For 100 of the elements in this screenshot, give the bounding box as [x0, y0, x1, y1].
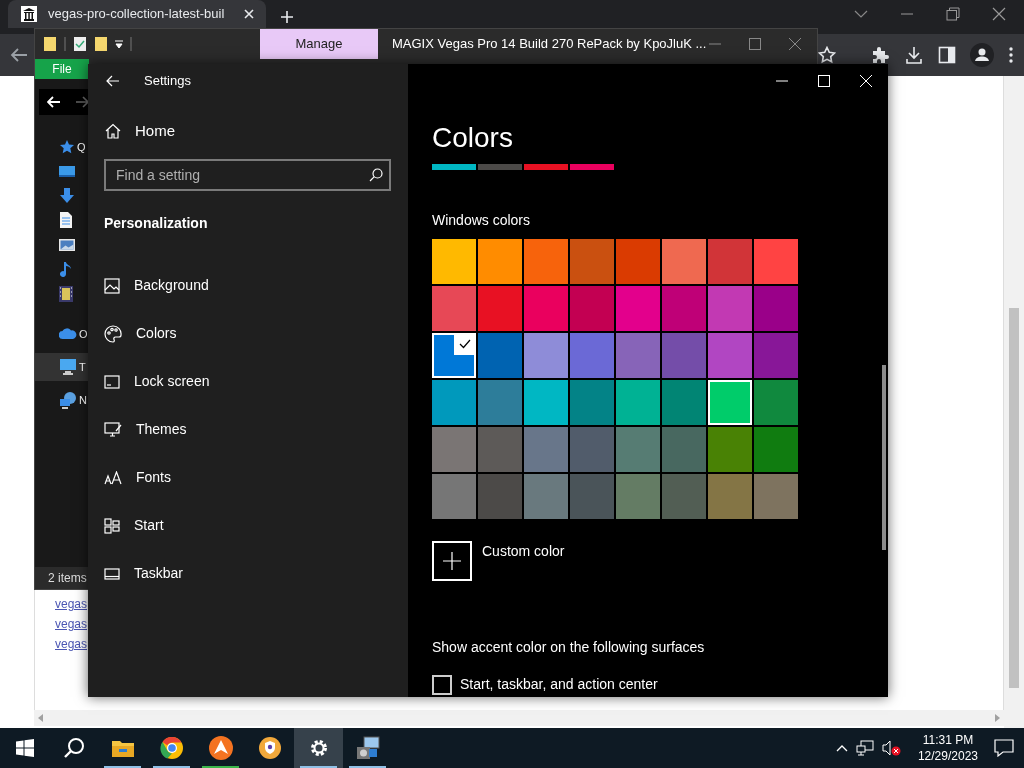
color-swatch[interactable]	[478, 286, 522, 331]
forward-arrow-icon[interactable]	[75, 96, 89, 108]
color-swatch[interactable]	[708, 333, 752, 378]
browser-tab[interactable]: vegas-pro-collection-latest-buil	[8, 0, 266, 28]
profile-icon[interactable]	[970, 43, 994, 67]
chevron-up-icon[interactable]	[835, 744, 848, 752]
color-swatch[interactable]	[708, 286, 752, 331]
nav-item[interactable]: Background	[88, 261, 408, 310]
new-tab-icon[interactable]	[280, 10, 294, 24]
nav-item[interactable]: T	[35, 353, 89, 382]
color-swatch[interactable]	[754, 286, 798, 331]
color-swatch[interactable]	[662, 333, 706, 378]
color-swatch[interactable]	[432, 427, 476, 472]
close-icon[interactable]	[992, 7, 1006, 21]
color-swatch[interactable]	[524, 474, 568, 519]
color-swatch[interactable]	[524, 333, 568, 378]
color-swatch[interactable]	[616, 239, 660, 284]
color-swatch[interactable]	[432, 380, 476, 425]
color-swatch[interactable]	[616, 474, 660, 519]
add-color-button[interactable]	[432, 541, 472, 581]
checkbox[interactable]	[432, 674, 452, 695]
color-swatch[interactable]	[662, 427, 706, 472]
page-link[interactable]: vegas	[55, 594, 88, 614]
notification-icon[interactable]	[994, 739, 1014, 757]
page-link[interactable]: vegas	[55, 634, 88, 654]
search-field[interactable]: Find a setting	[104, 158, 391, 191]
color-swatch[interactable]	[524, 239, 568, 284]
color-swatch[interactable]	[478, 239, 522, 284]
color-swatch[interactable]	[616, 380, 660, 425]
page-link[interactable]: vegas	[55, 614, 88, 634]
nav-item[interactable]: Themes	[88, 405, 408, 454]
color-swatch[interactable]	[478, 427, 522, 472]
nav-item[interactable]: Start	[88, 501, 408, 550]
network-icon[interactable]	[855, 740, 874, 756]
color-swatch[interactable]	[662, 474, 706, 519]
sidebar-icon[interactable]	[938, 46, 956, 64]
scrollbar-thumb[interactable]	[1009, 308, 1019, 688]
color-swatch[interactable]	[662, 286, 706, 331]
color-swatch[interactable]	[570, 333, 614, 378]
download-icon[interactable]	[904, 45, 924, 65]
nav-item[interactable]: Taskbar	[88, 549, 408, 598]
folder-icon[interactable]	[110, 738, 135, 758]
color-swatch[interactable]	[570, 380, 614, 425]
color-swatch[interactable]	[754, 239, 798, 284]
star-icon[interactable]	[818, 46, 836, 64]
color-swatch[interactable]	[432, 333, 476, 378]
menu-icon[interactable]	[1008, 46, 1014, 64]
clock-time[interactable]: 11:31 PM	[917, 732, 978, 748]
search-icon[interactable]	[62, 737, 85, 759]
nav-item[interactable]: O	[35, 321, 89, 347]
color-swatch[interactable]	[754, 333, 798, 378]
taskbar-button[interactable]	[294, 728, 343, 768]
color-swatch[interactable]	[616, 427, 660, 472]
color-swatch[interactable]	[754, 380, 798, 425]
color-swatch[interactable]	[708, 427, 752, 472]
color-swatch[interactable]	[478, 380, 522, 425]
nav-item[interactable]: Fonts	[88, 453, 408, 502]
nav-item[interactable]: N	[35, 388, 89, 413]
color-swatch[interactable]	[570, 427, 614, 472]
properties-icon[interactable]	[73, 36, 87, 52]
color-swatch[interactable]	[754, 427, 798, 472]
clock-date[interactable]: 12/29/2023	[917, 748, 978, 764]
color-swatch[interactable]	[616, 333, 660, 378]
muted-speaker-icon[interactable]	[881, 740, 902, 756]
color-swatch[interactable]	[570, 286, 614, 331]
horizontal-scrollbar[interactable]	[34, 710, 1004, 726]
color-swatch[interactable]	[524, 427, 568, 472]
chrome-icon[interactable]	[159, 736, 184, 760]
color-swatch[interactable]	[432, 239, 476, 284]
restore-icon[interactable]	[946, 7, 960, 21]
color-swatch[interactable]	[478, 474, 522, 519]
color-swatch[interactable]	[524, 380, 568, 425]
folder-icon[interactable]	[43, 36, 57, 52]
chevron-down-icon[interactable]	[854, 9, 868, 19]
installer-icon[interactable]	[354, 735, 381, 761]
vertical-scrollbar[interactable]	[1004, 76, 1024, 728]
scroll-right-icon[interactable]	[994, 714, 1000, 722]
color-swatch[interactable]	[708, 474, 752, 519]
dropdown-icon[interactable]	[115, 39, 123, 49]
home-link[interactable]: Home	[88, 98, 408, 143]
nav-item[interactable]: Lock screen	[88, 357, 408, 406]
folder-icon[interactable]	[94, 36, 108, 52]
color-swatch[interactable]	[478, 333, 522, 378]
color-swatch[interactable]	[524, 286, 568, 331]
nav-item[interactable]: Colors	[88, 309, 408, 358]
minimize-icon[interactable]	[709, 42, 721, 46]
scrollbar-thumb[interactable]	[882, 365, 886, 550]
puzzle-icon[interactable]	[870, 45, 890, 65]
color-swatch[interactable]	[708, 239, 752, 284]
logo-icon[interactable]	[207, 735, 234, 761]
scroll-left-icon[interactable]	[38, 714, 44, 722]
color-swatch[interactable]	[662, 239, 706, 284]
color-swatch[interactable]	[708, 380, 752, 425]
shield-icon[interactable]	[257, 736, 282, 760]
color-swatch[interactable]	[754, 474, 798, 519]
color-swatch[interactable]	[570, 239, 614, 284]
color-swatch[interactable]	[432, 286, 476, 331]
color-swatch[interactable]	[616, 286, 660, 331]
ribbon-tab[interactable]: Manage	[260, 29, 378, 59]
color-swatch[interactable]	[662, 380, 706, 425]
